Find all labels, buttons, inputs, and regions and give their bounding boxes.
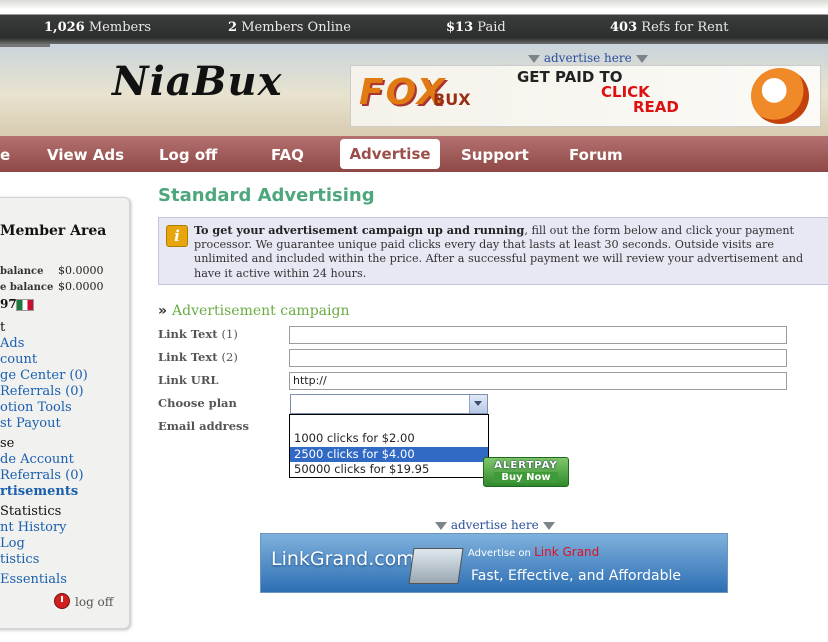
purchase-balance-label: e balance	[0, 282, 54, 293]
campaign-heading: » Advertisement campaign	[158, 303, 350, 319]
nav-log-off[interactable]: Log off	[159, 146, 217, 164]
info-text: To get your advertisement campaign up an…	[194, 223, 804, 280]
plan-select[interactable]	[290, 394, 488, 414]
sidebar-link-promotion-tools[interactable]: otion Tools	[0, 400, 72, 415]
stat-paid: $13 Paid	[446, 20, 506, 35]
sidebar-link-referrals[interactable]: Referrals (0)	[0, 384, 84, 399]
member-area-heading: Member Area	[0, 223, 107, 239]
link-url-label: Link URL	[158, 373, 219, 387]
sidebar-link-ads[interactable]: Ads	[0, 336, 24, 351]
link-text-2-label: Link Text (2)	[158, 350, 238, 364]
nav-home[interactable]: e	[0, 146, 10, 164]
linkgrand-banner-ad[interactable]: LinkGrand.com Advertise on Link Grand Fa…	[260, 533, 728, 593]
linkgrand-logo: LinkGrand.com	[271, 548, 415, 570]
sidebar-link-essentials[interactable]: Essentials	[0, 572, 67, 587]
buy-now-label: Buy Now	[494, 472, 558, 483]
info-icon: i	[166, 225, 188, 247]
sidebar-link-rent-referrals[interactable]: Referrals (0)	[0, 468, 84, 483]
stat-refs: 403 Refs for Rent	[610, 20, 729, 35]
plan-option[interactable]: 50000 clicks for $19.95	[290, 462, 488, 477]
site-logo[interactable]: NiaBux	[112, 58, 282, 105]
double-chevron-icon: »	[158, 303, 167, 319]
alertpay-buy-now-button[interactable]: ALERTPAY Buy Now	[483, 457, 569, 487]
triangle-down-icon	[435, 521, 447, 530]
plan-option[interactable]: 1000 clicks for $2.00	[290, 431, 488, 446]
triangle-down-icon	[528, 54, 540, 63]
link-text-2-input[interactable]	[289, 349, 787, 367]
nav-view-ads[interactable]: View Ads	[47, 146, 124, 164]
balance-value: $0.0000	[58, 264, 104, 277]
sidebar-link-upgrade-account[interactable]: de Account	[0, 452, 74, 467]
sidebar-section-purchase: se	[0, 436, 15, 451]
banner-read: READ	[633, 98, 679, 116]
sidebar-link-account[interactable]: count	[0, 352, 37, 367]
triangle-down-icon	[542, 521, 555, 530]
advertise-here-link-bottom[interactable]: advertise here	[435, 518, 555, 532]
sidebar-link-message-center[interactable]: ge Center (0)	[0, 368, 88, 383]
linkgrand-tagline: Fast, Effective, and Affordable	[471, 568, 681, 584]
power-icon[interactable]	[54, 593, 70, 609]
triangle-down-icon	[635, 54, 648, 63]
sidebar-link-statistics[interactable]: tistics	[0, 552, 39, 567]
stat-online: 2 Members Online	[228, 20, 351, 35]
stat-members: 1,026 Members	[44, 20, 152, 35]
foxbux-logo-bux: BUX	[433, 90, 471, 109]
nav-faq[interactable]: FAQ	[271, 146, 304, 164]
sidebar-link-advertisements[interactable]: rtisements	[0, 484, 78, 499]
link-text-1-label: Link Text (1)	[158, 327, 238, 341]
linkgrand-advertise-on: Advertise on Link Grand	[468, 545, 600, 559]
choose-plan-label: Choose plan	[158, 396, 237, 410]
page-title: Standard Advertising	[158, 185, 375, 206]
header-decoration	[0, 44, 50, 87]
foxbux-banner-ad[interactable]: FOX BUX GET PAID TO CLICK READ	[350, 65, 821, 127]
fox-icon	[751, 68, 809, 124]
advertise-here-link-top[interactable]: advertise here	[528, 51, 648, 65]
member-id: 97	[0, 297, 17, 311]
plan-option-selected[interactable]: 2500 clicks for $4.00	[290, 447, 488, 462]
nav-support[interactable]: Support	[461, 146, 529, 164]
link-text-1-input[interactable]	[289, 326, 787, 344]
laptop-icon	[408, 548, 464, 584]
plan-dropdown-list: 1000 clicks for $2.00 2500 clicks for $4…	[289, 414, 489, 478]
sidebar-link-request-payout[interactable]: st Payout	[0, 416, 61, 431]
sidebar-logoff[interactable]: log off	[75, 595, 113, 609]
sidebar-link-payment-history[interactable]: nt History	[0, 520, 67, 535]
sidebar-section-account: t	[0, 320, 6, 335]
balance-label: balance	[0, 266, 44, 277]
nav-forum[interactable]: Forum	[569, 146, 623, 164]
purchase-balance-value: $0.0000	[58, 280, 104, 293]
nav-advertise[interactable]: Advertise	[340, 139, 440, 169]
sidebar-section-statistics: Statistics	[0, 504, 62, 519]
chevron-down-icon[interactable]	[469, 395, 487, 413]
email-label: Email address	[158, 419, 249, 433]
alertpay-logo: ALERTPAY	[494, 460, 558, 471]
link-url-input[interactable]: http://	[289, 372, 787, 390]
sidebar-link-log[interactable]: Log	[0, 536, 25, 551]
mexico-flag-icon	[16, 299, 34, 311]
